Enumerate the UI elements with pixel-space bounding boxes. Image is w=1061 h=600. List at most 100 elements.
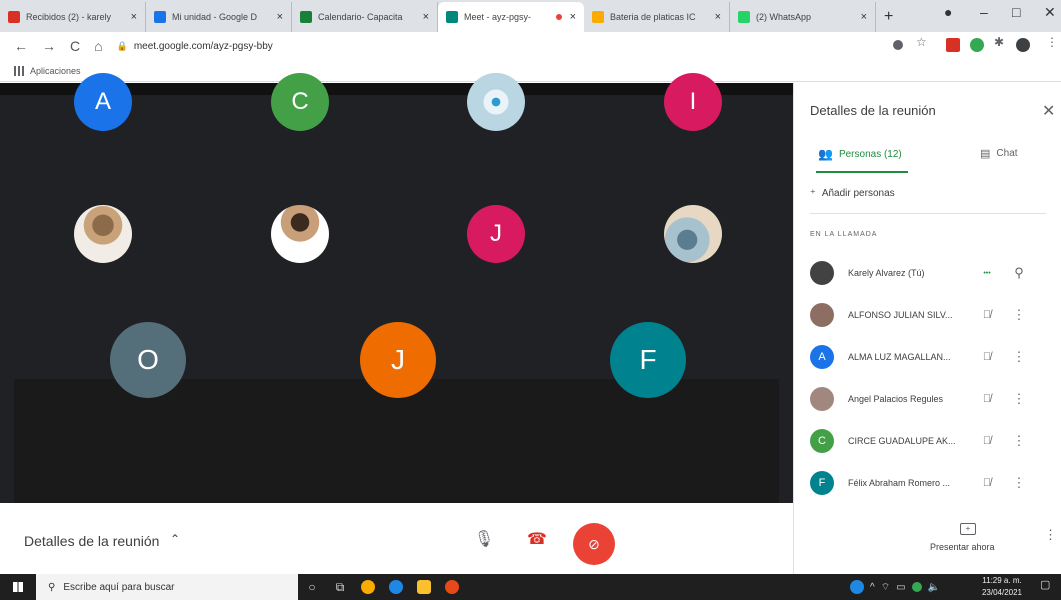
edge-taskbar-icon[interactable] (382, 574, 410, 600)
meeting-details-panel: Detalles de la reunión ✕ 👥 Personas (12)… (793, 83, 1061, 574)
close-tab-icon[interactable]: × (277, 11, 283, 23)
help-icon[interactable] (850, 580, 864, 594)
browser-tab[interactable]: Mi unidad - Google D × (146, 2, 292, 32)
extension-check-icon[interactable] (970, 38, 984, 52)
tab-chat[interactable]: ▤ Chat (980, 147, 1018, 160)
more-options-icon[interactable]: ⋮ (1044, 527, 1057, 543)
participant-row[interactable]: Karely Alvarez (Tú) ••• ⚲ (810, 253, 1050, 293)
cortana-icon[interactable]: ○ (298, 574, 326, 600)
add-person-icon: ⁺ (810, 188, 816, 200)
apps-grid-icon[interactable] (14, 65, 24, 76)
tab-people[interactable]: 👥 Personas (12) (818, 147, 902, 161)
participant-row[interactable]: Angel Palacios Regules 🎙̸ ⋮ (810, 379, 1050, 419)
whatsapp-icon (738, 11, 750, 23)
account-avatar[interactable] (1016, 38, 1030, 52)
mic-muted-icon: 🎙̸ (982, 309, 992, 321)
tab-title: Mi unidad - Google D (172, 12, 258, 22)
home-button[interactable]: ⌂ (94, 38, 102, 54)
participant-row[interactable]: F Félix Abraham Romero ... 🎙̸ ⋮ (810, 463, 1050, 503)
participant-name: Karely Alvarez (Tú) (848, 268, 925, 278)
participant-more-icon[interactable]: ⋮ (1004, 433, 1034, 449)
close-tab-icon[interactable]: × (861, 11, 867, 23)
microphone-button[interactable]: 🎙 (470, 525, 498, 553)
participant-tile[interactable]: J (467, 205, 525, 263)
profile-icon[interactable]: ● (944, 4, 952, 20)
participant-row[interactable]: ALFONSO JULIAN SILV... 🎙̸ ⋮ (810, 295, 1050, 335)
participant-tile[interactable]: I (664, 73, 722, 131)
browser-tab[interactable]: (2) WhatsApp × (730, 2, 876, 32)
camera-blocked-icon[interactable] (893, 40, 903, 50)
browser-tab[interactable]: Recibidos (2) - karely × (0, 2, 146, 32)
tab-people-label: Personas (12) (838, 148, 902, 160)
office-taskbar-icon[interactable] (438, 574, 466, 600)
active-tab-indicator (816, 171, 908, 173)
close-window-button[interactable]: ✕ (1044, 4, 1056, 21)
forward-button[interactable]: → (42, 38, 56, 54)
participant-tile[interactable]: A (74, 73, 132, 131)
participant-more-icon[interactable]: ⋮ (1004, 349, 1034, 365)
participant-more-icon[interactable]: ⋮ (1004, 475, 1034, 491)
tab-title: Calendario- Capacita (318, 12, 403, 22)
maximize-button[interactable]: □ (1012, 4, 1020, 20)
taskbar-clock[interactable]: 11:29 a. m. 23/04/2021 (980, 575, 1024, 599)
add-people-button[interactable]: ⁺ Añadir personas (810, 187, 895, 200)
speaking-indicator-icon: ••• (983, 269, 991, 277)
close-icon[interactable]: ✕ (1042, 101, 1055, 121)
participant-name: Félix Abraham Romero ... (848, 478, 951, 488)
star-icon[interactable]: ☆ (916, 35, 930, 49)
lock-icon[interactable]: 🔒 (117, 41, 128, 52)
participant-name: Angel Palacios Regules (848, 394, 944, 404)
bookmark-apps[interactable]: Aplicaciones (30, 66, 81, 76)
participant-tile[interactable]: O (110, 322, 186, 398)
chrome-taskbar-icon[interactable] (354, 574, 382, 600)
url-text[interactable]: meet.google.com/ayz-pgsy-bby (134, 41, 273, 52)
volume-icon[interactable]: 🔈 (928, 582, 940, 593)
pdf-extension-icon[interactable] (946, 38, 960, 52)
pin-icon[interactable]: ⚲ (1004, 265, 1034, 281)
present-now-button[interactable]: Presentar ahora (930, 542, 995, 552)
recording-dot-icon (555, 14, 562, 20)
notifications-icon[interactable]: ▢ (1040, 578, 1050, 591)
meeting-details-label[interactable]: Detalles de la reunión (24, 533, 159, 549)
reload-button[interactable]: C (70, 38, 80, 54)
participant-tile-photo[interactable] (271, 205, 329, 263)
camera-off-button[interactable]: ⊘ (573, 523, 615, 565)
close-tab-icon[interactable]: × (570, 11, 576, 23)
network-icon[interactable]: ⌔ (881, 581, 890, 594)
drive-sync-icon[interactable] (911, 582, 922, 592)
participant-row[interactable]: A ALMA LUZ MAGALLAN... 🎙̸ ⋮ (810, 337, 1050, 377)
participant-more-icon[interactable]: ⋮ (1004, 307, 1034, 323)
close-tab-icon[interactable]: × (423, 11, 429, 23)
participant-tile-photo[interactable] (467, 73, 525, 131)
back-button[interactable]: ← (14, 38, 28, 54)
hang-up-button[interactable]: ☎ (523, 525, 551, 553)
taskbar-search[interactable]: ⚲ Escribe aquí para buscar (36, 574, 298, 600)
participant-more-icon[interactable]: ⋮ (1004, 391, 1034, 407)
participant-tile[interactable]: J (360, 322, 436, 398)
extensions-puzzle-icon[interactable]: ✱ (994, 35, 1008, 49)
participant-tile[interactable]: F (610, 322, 686, 398)
close-tab-icon[interactable]: × (715, 11, 721, 23)
avatar (810, 303, 834, 327)
participant-tile-photo[interactable] (74, 205, 132, 263)
task-view-icon[interactable]: ⧉ (326, 574, 354, 600)
close-tab-icon[interactable]: × (131, 11, 137, 23)
drive-icon (154, 11, 166, 23)
browser-tab[interactable]: Calendario- Capacita × (292, 2, 438, 32)
avatar: F (810, 471, 834, 495)
present-screen-icon[interactable]: + (960, 523, 976, 535)
chevron-up-icon[interactable]: ⌃ (170, 532, 180, 546)
browser-menu-icon[interactable]: ⋮ (1046, 35, 1060, 49)
add-people-label: Añadir personas (821, 188, 895, 199)
file-explorer-icon[interactable] (410, 574, 438, 600)
new-tab-button[interactable]: + (884, 8, 893, 26)
battery-icon[interactable]: ▭ (896, 582, 905, 593)
participant-row[interactable]: C CIRCE GUADALUPE AK... 🎙̸ ⋮ (810, 421, 1050, 461)
chevron-up-tray-icon[interactable]: ^ (870, 582, 875, 593)
participant-tile[interactable]: C (271, 73, 329, 131)
minimize-button[interactable]: – (980, 4, 988, 20)
start-button[interactable] (0, 574, 36, 600)
browser-tab[interactable]: Meet - ayz-pgsy- × (438, 2, 584, 32)
browser-tab[interactable]: Bateria de platicas IC × (584, 2, 730, 32)
participant-tile-photo[interactable] (664, 205, 722, 263)
